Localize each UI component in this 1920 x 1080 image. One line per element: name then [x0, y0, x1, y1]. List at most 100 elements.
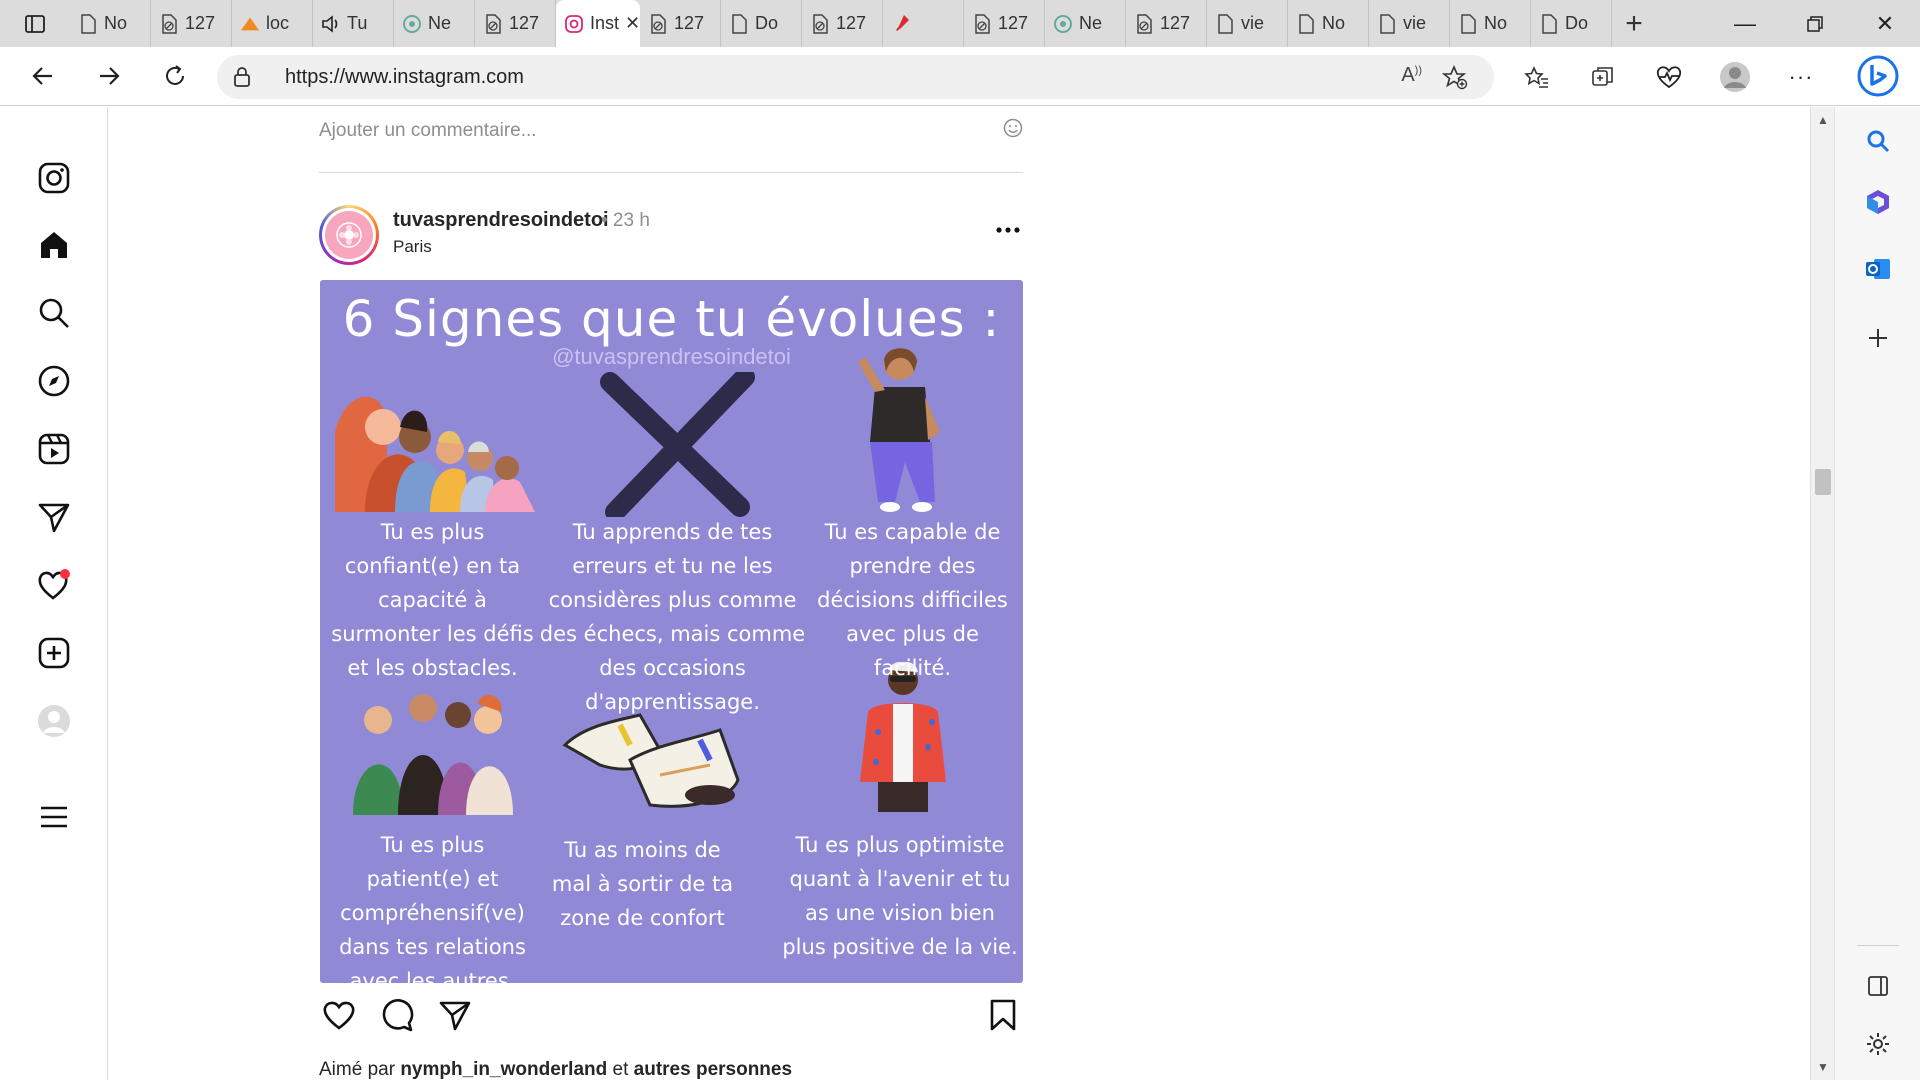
- add-comment-row: Ajouter un commentaire...: [319, 107, 1023, 173]
- address-bar[interactable]: https://www.instagram.com A)): [217, 55, 1494, 99]
- browser-tab[interactable]: 127: [640, 0, 721, 47]
- nav-profile[interactable]: [30, 697, 78, 745]
- scroll-thumb[interactable]: [1815, 469, 1831, 495]
- comment-icon: [382, 999, 414, 1032]
- more-horizontal-icon: ···: [1788, 63, 1814, 89]
- outlook-icon: [1866, 259, 1890, 279]
- read-aloud-icon[interactable]: A)): [1401, 64, 1422, 90]
- browser-tab[interactable]: 127: [151, 0, 232, 47]
- blocked-page-icon: [810, 13, 830, 34]
- post-location[interactable]: Paris: [393, 237, 432, 257]
- sidebar-search-button[interactable]: [1857, 120, 1899, 162]
- chatgpt-icon: [402, 14, 422, 34]
- add-favorite-icon[interactable]: [1442, 64, 1468, 90]
- share-button[interactable]: [435, 995, 475, 1035]
- sidebar-outlook-button[interactable]: [1857, 248, 1899, 290]
- browser-tab[interactable]: No: [1450, 0, 1531, 47]
- browser-tab[interactable]: loc: [232, 0, 313, 47]
- close-window-button[interactable]: ✕: [1850, 0, 1920, 47]
- nav-reels[interactable]: [30, 425, 78, 473]
- url-text[interactable]: https://www.instagram.com: [285, 66, 524, 89]
- post-image[interactable]: 6 Signes que tu évolues : @tuvasprendres…: [320, 280, 1023, 983]
- send-icon: [439, 1001, 471, 1031]
- other-likers-link[interactable]: autres personnes: [634, 1059, 792, 1080]
- comment-button[interactable]: [377, 995, 417, 1035]
- send-icon: [38, 503, 70, 533]
- browser-tab-label: 127: [674, 13, 705, 33]
- settings-more-button[interactable]: ···: [1768, 47, 1834, 106]
- emoji-button[interactable]: [1003, 118, 1023, 143]
- browser-tab[interactable]: Inst ✕: [556, 0, 640, 47]
- browser-tab[interactable]: Do: [721, 0, 802, 47]
- browser-tab[interactable]: No: [1288, 0, 1369, 47]
- post-username[interactable]: tuvasprendresoindetoi: [393, 209, 609, 232]
- browser-tab[interactable]: 127: [475, 0, 556, 47]
- browser-tab[interactable]: [883, 0, 964, 47]
- browser-tab[interactable]: Ne: [1045, 0, 1126, 47]
- nav-home[interactable]: [30, 221, 78, 269]
- browser-tab[interactable]: 127: [1126, 0, 1207, 47]
- profile-button[interactable]: [1702, 47, 1768, 106]
- blocked-page-icon: [483, 13, 503, 34]
- like-button[interactable]: [319, 995, 359, 1035]
- browser-tab[interactable]: Do: [1531, 0, 1612, 47]
- likes-prefix: Aimé par: [319, 1059, 396, 1080]
- forward-button[interactable]: [76, 47, 142, 106]
- minimize-button[interactable]: —: [1710, 0, 1780, 47]
- sidebar-office-button[interactable]: [1857, 181, 1899, 223]
- refresh-button[interactable]: [142, 47, 208, 106]
- caption-4: Tu es plus patient(e) et compréhensif(ve…: [339, 833, 526, 983]
- sidebar-add-button[interactable]: [1857, 317, 1899, 359]
- browser-tab-label: Do: [1565, 13, 1589, 33]
- microsoft365-icon: [1867, 190, 1889, 214]
- bing-copilot-button[interactable]: [1856, 54, 1900, 98]
- browser-tab[interactable]: vie: [1369, 0, 1450, 47]
- close-tab-icon[interactable]: ✕: [625, 13, 640, 34]
- nav-explore[interactable]: [30, 357, 78, 405]
- sneakers-illustration: [562, 713, 740, 808]
- compass-icon: [38, 365, 70, 397]
- browser-tab[interactable]: 127: [802, 0, 883, 47]
- nav-search[interactable]: [30, 289, 78, 337]
- post-time[interactable]: • 23 h: [601, 210, 650, 232]
- caption-1: Tu es plus confiant(e) en ta capacité à …: [331, 520, 534, 680]
- browser-tab[interactable]: Tu: [313, 0, 394, 47]
- nav-more-menu[interactable]: [30, 793, 78, 841]
- nav-notifications[interactable]: [30, 561, 78, 609]
- favorites-button[interactable]: [1504, 47, 1570, 106]
- tab-actions-button[interactable]: [0, 0, 70, 47]
- new-tab-button[interactable]: +: [1612, 0, 1656, 47]
- heart-pulse-icon: [1656, 65, 1682, 88]
- browser-tab-label: Ne: [428, 13, 452, 33]
- nav-create[interactable]: [30, 629, 78, 677]
- instagram-logo-button[interactable]: [30, 154, 78, 202]
- refresh-icon: [166, 65, 184, 85]
- post-options-button[interactable]: [995, 221, 1021, 239]
- browser-tab[interactable]: vie: [1207, 0, 1288, 47]
- scroll-down-icon[interactable]: ▼: [1817, 1060, 1829, 1074]
- browser-tab[interactable]: Ne: [394, 0, 475, 47]
- sidebar-hide-button[interactable]: [1857, 965, 1899, 1007]
- collections-icon: [1592, 66, 1613, 86]
- speaker-icon: [321, 14, 341, 34]
- back-button[interactable]: [10, 47, 76, 106]
- browser-tab-label: No: [104, 13, 128, 33]
- post-header: tuvasprendresoindetoi • 23 h Paris: [319, 205, 1023, 267]
- nav-messages[interactable]: [30, 493, 78, 541]
- sidebar-settings-button[interactable]: [1857, 1023, 1899, 1065]
- post-author-avatar[interactable]: [319, 205, 379, 265]
- restore-button[interactable]: [1780, 0, 1850, 47]
- scroll-up-icon[interactable]: ▲: [1817, 113, 1829, 127]
- add-comment-input[interactable]: Ajouter un commentaire...: [319, 120, 537, 142]
- liker-username[interactable]: nymph_in_wonderland: [400, 1059, 607, 1080]
- browser-tab[interactable]: No: [70, 0, 151, 47]
- emoji-icon: [1003, 118, 1023, 138]
- browser-tab[interactable]: 127: [964, 0, 1045, 47]
- collections-button[interactable]: [1570, 47, 1636, 106]
- page-scrollbar[interactable]: ▲ ▼: [1810, 107, 1834, 1080]
- page-icon: [1377, 13, 1397, 34]
- browser-essentials-button[interactable]: [1636, 47, 1702, 106]
- profile-avatar-icon: [1720, 61, 1750, 92]
- save-button[interactable]: [983, 995, 1023, 1035]
- lock-icon[interactable]: [217, 66, 267, 88]
